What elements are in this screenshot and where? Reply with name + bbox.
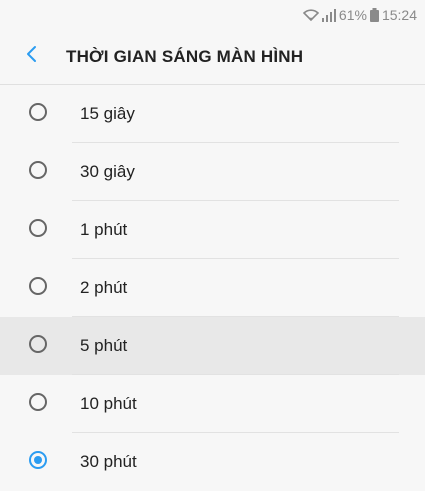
screen-timeout-options: 15 giây 30 giây 1 phút 2 phút 5 phút 10 … <box>0 85 425 491</box>
app-bar: THỜI GIAN SÁNG MÀN HÌNH <box>0 28 425 85</box>
option-row[interactable]: 5 phút <box>0 317 425 375</box>
clock: 15:24 <box>381 7 417 23</box>
option-label: 5 phút <box>80 336 128 355</box>
radio-button[interactable] <box>29 103 47 121</box>
radio-button[interactable] <box>29 219 47 237</box>
option-label: 1 phút <box>80 220 128 239</box>
battery-icon <box>369 8 379 22</box>
radio-button[interactable] <box>29 335 47 353</box>
option-label: 30 giây <box>80 162 135 181</box>
back-button[interactable] <box>14 38 50 74</box>
option-row[interactable]: 30 phút <box>0 433 425 491</box>
radio-button[interactable] <box>29 277 47 295</box>
chevron-left-icon <box>25 44 39 69</box>
option-row[interactable]: 15 giây <box>0 85 425 143</box>
option-label: 15 giây <box>80 104 135 123</box>
status-icons: 61% 15:24 <box>302 6 417 24</box>
option-row[interactable]: 10 phút <box>0 375 425 433</box>
radio-button[interactable] <box>29 161 47 179</box>
option-row[interactable]: 1 phút <box>0 201 425 259</box>
option-row[interactable]: 2 phút <box>0 259 425 317</box>
wifi-icon <box>302 8 319 22</box>
battery-percent: 61% <box>338 7 367 23</box>
option-label: 2 phút <box>80 278 128 297</box>
page-title: THỜI GIAN SÁNG MÀN HÌNH <box>66 47 304 66</box>
option-row[interactable]: 30 giây <box>0 143 425 201</box>
option-label: 30 phút <box>80 452 137 471</box>
status-bar: 61% 15:24 <box>0 0 425 28</box>
signal-icon <box>321 8 336 22</box>
radio-button[interactable] <box>29 451 47 469</box>
option-label: 10 phút <box>80 394 137 413</box>
radio-button[interactable] <box>29 393 47 411</box>
